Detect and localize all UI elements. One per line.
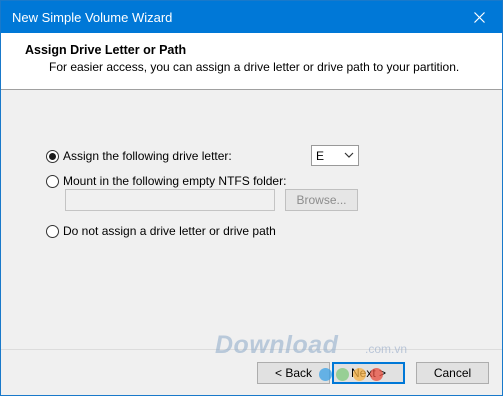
assign-letter-option[interactable]: Assign the following drive letter: bbox=[46, 149, 232, 163]
footer-divider bbox=[1, 349, 502, 350]
watermark-dot bbox=[353, 368, 366, 381]
drive-letter-value: E bbox=[316, 149, 325, 163]
folder-path-field[interactable] bbox=[65, 189, 275, 211]
mount-folder-radio[interactable] bbox=[46, 174, 59, 188]
mount-folder-option[interactable]: Mount in the following empty NTFS folder… bbox=[46, 174, 286, 188]
wizard-header: Assign Drive Letter or Path For easier a… bbox=[1, 33, 502, 90]
no-assign-radio[interactable] bbox=[46, 224, 59, 238]
chevron-down-icon bbox=[344, 152, 354, 158]
browse-button[interactable]: Browse... bbox=[285, 189, 358, 211]
watermark-dots bbox=[319, 368, 383, 381]
mount-folder-label[interactable]: Mount in the following empty NTFS folder… bbox=[63, 174, 286, 188]
wizard-body: Assign the following drive letter: E Mou… bbox=[1, 91, 502, 349]
cancel-button[interactable]: Cancel bbox=[416, 362, 489, 384]
no-assign-label[interactable]: Do not assign a drive letter or drive pa… bbox=[63, 224, 276, 238]
no-assign-option[interactable]: Do not assign a drive letter or drive pa… bbox=[46, 224, 276, 238]
watermark-dot bbox=[336, 368, 349, 381]
close-icon bbox=[473, 11, 485, 23]
close-button[interactable] bbox=[456, 1, 502, 33]
window-title: New Simple Volume Wizard bbox=[12, 10, 173, 25]
page-description: For easier access, you can assign a driv… bbox=[49, 60, 460, 74]
wizard-window: New Simple Volume Wizard Assign Drive Le… bbox=[0, 0, 503, 396]
title-bar[interactable]: New Simple Volume Wizard bbox=[1, 1, 502, 33]
drive-letter-select[interactable]: E bbox=[311, 145, 359, 166]
watermark-dot bbox=[370, 368, 383, 381]
assign-letter-radio[interactable] bbox=[46, 149, 59, 163]
watermark-dot bbox=[319, 368, 332, 381]
page-heading: Assign Drive Letter or Path bbox=[25, 43, 187, 57]
assign-letter-label[interactable]: Assign the following drive letter: bbox=[63, 149, 232, 163]
